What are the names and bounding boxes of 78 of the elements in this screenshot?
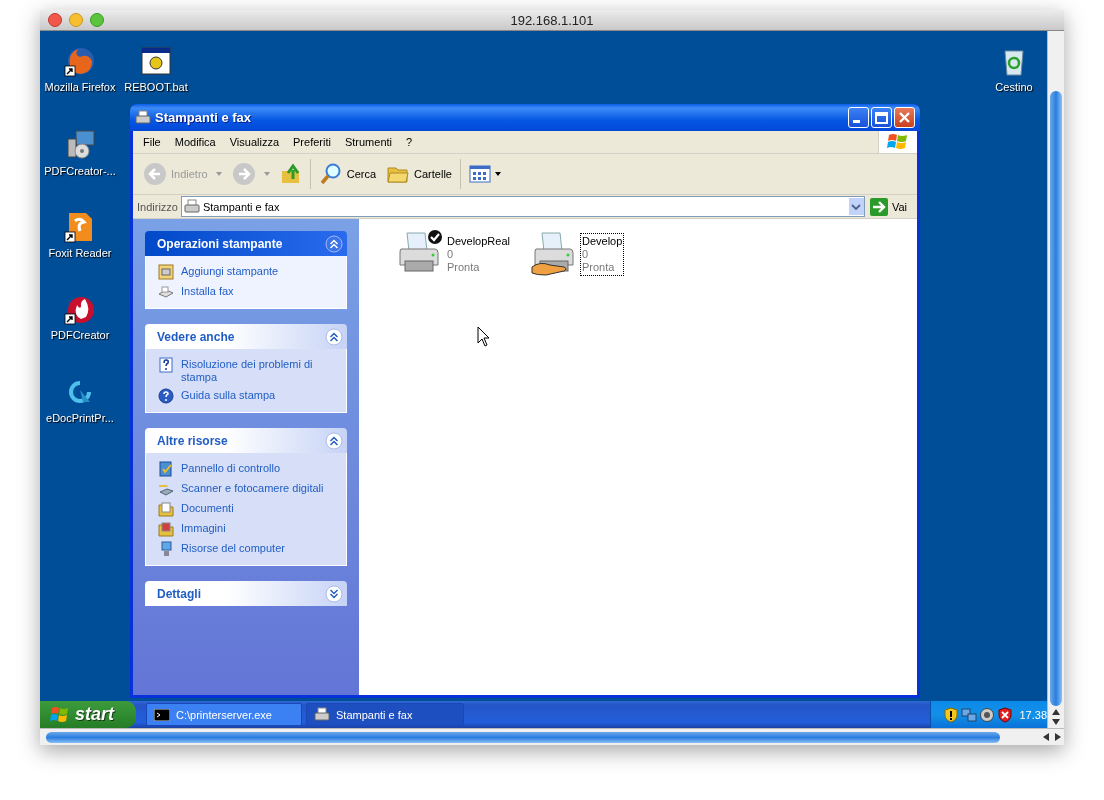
task-link[interactable]: Risoluzione dei problemi di stampa [181, 357, 336, 384]
menu-item[interactable]: Strumenti [338, 136, 400, 148]
window-title: Stampanti e fax [155, 110, 253, 125]
flag-logo-icon [886, 132, 910, 152]
desktop-icon-label[interactable]: PDFCreator-... [44, 165, 116, 177]
search-icon [318, 162, 343, 186]
desktop-icon-label[interactable]: Foxit Reader [48, 247, 112, 259]
taskbar-button[interactable]: C:\printerserver.exe [146, 703, 302, 726]
scroll-up-arrow-icon[interactable] [1052, 709, 1060, 715]
scroll-left-arrow-icon[interactable] [1043, 733, 1049, 741]
task-link[interactable]: Pannello di controllo [181, 461, 281, 475]
printer-icon [183, 198, 200, 215]
close-icon [899, 112, 910, 123]
help-icon [158, 388, 174, 404]
fax-icon [158, 284, 174, 300]
console-icon [154, 708, 170, 721]
task-link[interactable]: Scanner e fotocamere digitali [181, 481, 324, 495]
folder-up-arrow-icon [279, 163, 302, 185]
caret-icon [215, 172, 222, 176]
menu-item[interactable]: Visualizza [223, 136, 288, 148]
address-label: Indirizzo [137, 200, 178, 213]
task-link[interactable]: Aggiungi stampante [181, 264, 279, 278]
collapse-chevron-icon[interactable] [325, 234, 343, 253]
caret-icon [263, 172, 270, 176]
task-link[interactable]: Documenti [181, 501, 234, 515]
computer-disc-icon[interactable] [64, 129, 96, 161]
security-shield-icon[interactable] [997, 706, 1014, 723]
start-button[interactable]: start [40, 701, 136, 728]
question-document-icon [158, 357, 174, 373]
taskbar-button[interactable]: Stampanti e fax [306, 703, 464, 726]
printer-label[interactable]: DevelopReal 0 Pronta [445, 233, 512, 276]
go-button[interactable]: Vai [867, 197, 913, 216]
desktop-icon-label[interactable]: eDocPrintPr... [46, 412, 114, 424]
flag-logo-icon [50, 705, 70, 724]
vertical-scrollbar[interactable] [1047, 31, 1064, 728]
globe-icon[interactable] [64, 45, 96, 77]
scroll-right-arrow-icon[interactable] [1055, 733, 1061, 741]
printer-label[interactable]: Develop 0 Pronta [580, 233, 625, 276]
printer-icon [314, 706, 330, 723]
clock: 17.38 [1018, 708, 1047, 721]
task-link[interactable]: Installa fax [181, 284, 234, 298]
menu-item[interactable]: File [137, 136, 169, 148]
window-title: 192.168.1.101 [510, 12, 594, 28]
maximize-icon [875, 111, 888, 124]
horizontal-scrollbar[interactable] [40, 728, 1064, 745]
folder-icon [158, 521, 174, 537]
view-grid-icon [468, 165, 491, 183]
desktop-icon-label[interactable]: Cestino [995, 81, 1033, 93]
folders-button[interactable]: Cartelle [382, 160, 456, 188]
scroll-down-arrow-icon[interactable] [1052, 719, 1060, 725]
address-field[interactable]: Stampanti e fax [180, 196, 865, 217]
control-panel-icon [158, 461, 174, 477]
task-link[interactable]: Risorse del computer [181, 541, 285, 555]
folder-icon [158, 501, 174, 517]
desktop-icon-label[interactable]: PDFCreator [50, 329, 110, 341]
printer-icon [135, 109, 151, 126]
speaker-icon[interactable] [979, 706, 996, 723]
printer-icon [158, 264, 174, 280]
computer-icon [158, 541, 174, 557]
zoom-button[interactable] [90, 13, 104, 27]
menu-item[interactable]: Preferiti [287, 136, 339, 148]
close-button[interactable] [48, 13, 62, 27]
menu-item[interactable]: ? [400, 136, 421, 148]
desktop-icon-label[interactable]: REBOOT.bat [124, 81, 188, 93]
caret-icon [494, 172, 501, 176]
desktop-icon-label[interactable]: Mozilla Firefox [44, 81, 116, 93]
collapse-chevron-icon[interactable] [325, 327, 343, 346]
expand-chevron-icon[interactable] [325, 584, 343, 603]
collapse-chevron-icon[interactable] [325, 431, 343, 450]
task-link[interactable]: Immagini [181, 521, 226, 535]
minimize-icon [853, 120, 860, 123]
mouse-pointer-icon [477, 326, 491, 348]
panel-title[interactable]: Dettagli [157, 586, 201, 601]
task-link[interactable]: Guida sulla stampa [181, 388, 276, 402]
search-button[interactable]: Cerca [314, 160, 381, 188]
maximize-button[interactable] [871, 107, 892, 128]
shield-warning-icon[interactable] [943, 706, 960, 723]
menu-item[interactable]: Modifica [168, 136, 224, 148]
